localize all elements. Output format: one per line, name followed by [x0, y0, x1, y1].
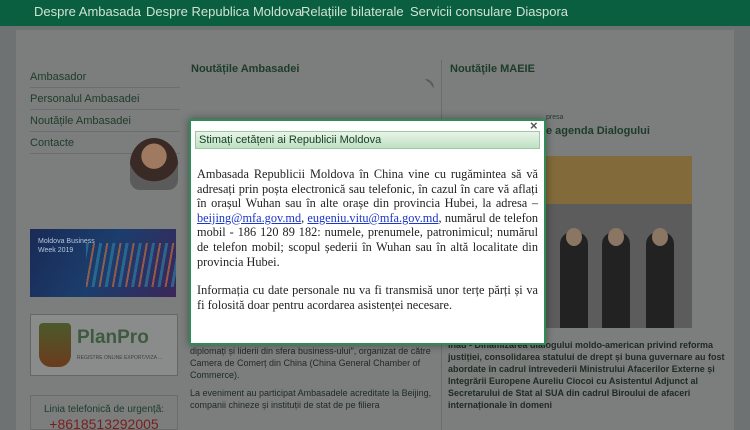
nav-diaspora[interactable]: Diaspora	[516, 4, 568, 19]
moldova-crest-icon	[39, 323, 71, 367]
planpro-banner[interactable]: PlanPro REGISTRE ONLINE EXPORT/VIZA ...	[30, 314, 178, 376]
person-figure	[602, 232, 630, 328]
email-link-beijing[interactable]: beijing@mfa.gov.md	[197, 211, 301, 225]
article-paragraph: diplomați și liderii din sfera business-…	[190, 346, 431, 380]
embassy-news-article: diplomați și liderii din sfera business-…	[190, 345, 435, 417]
hotline-number[interactable]: +8618513292005	[31, 416, 177, 430]
nav-despre-ambasada[interactable]: Despre Ambasada	[34, 4, 141, 19]
person-figure	[646, 232, 674, 328]
emergency-hotline: Linia telefonică de urgență: +8618513292…	[30, 395, 178, 430]
planpro-logo-text: PlanPro	[77, 327, 149, 348]
notice-modal: × Stimați cetățeni ai Republicii Moldova…	[189, 118, 546, 345]
person-head	[608, 228, 624, 246]
article-paragraph: La eveniment au participat Ambasadele ac…	[190, 388, 432, 410]
sidebar-item-noutati[interactable]: Noutățile Ambasadei	[30, 110, 180, 132]
maeie-news-category: presa	[546, 114, 564, 121]
nav-relatii-bilaterale[interactable]: Relațiile bilaterale	[301, 4, 404, 19]
sidebar-item-personalul[interactable]: Personalul Ambasadei	[30, 88, 180, 110]
maeie-news-photo[interactable]	[546, 156, 692, 328]
person-head	[566, 228, 582, 246]
modal-header: Stimați cetățeni ai Republicii Moldova	[195, 131, 540, 149]
person-head	[652, 228, 668, 246]
support-operator-image	[130, 138, 178, 190]
email-link-vitu[interactable]: eugeniu.vitu@mfa.gov.md	[307, 211, 438, 225]
embassy-news-heading[interactable]: Noutățile Ambasadei	[191, 63, 299, 75]
business-week-banner[interactable]: Moldova Business Week 2019	[30, 229, 176, 297]
nav-servicii-consulare[interactable]: Servicii consulare	[410, 4, 512, 19]
maeie-news-summary[interactable]: inău - Dinamizarea dialogului moldo-amer…	[448, 339, 730, 411]
nav-despre-moldova[interactable]: Despre Republica Moldova	[146, 4, 302, 19]
banner-decoration	[86, 243, 176, 287]
email-separator: ,	[301, 210, 305, 225]
hotline-label: Linia telefonică de urgență:	[43, 404, 165, 415]
modal-body: Ambasada Republicii Moldova în China vin…	[197, 167, 538, 326]
sidebar-item-ambasador[interactable]: Ambasador	[30, 66, 180, 88]
modal-title: Stimați cetățeni ai Republicii Moldova	[199, 134, 382, 146]
top-navigation: Despre Ambasada Despre Republica Moldova…	[0, 0, 750, 26]
planpro-subtitle: REGISTRE ONLINE EXPORT/VIZA ...	[77, 355, 163, 361]
person-figure	[560, 232, 588, 328]
modal-paragraph-privacy: Informația cu date personale nu va fi tr…	[197, 283, 538, 312]
maeie-news-title[interactable]: e agenda Dialogului	[546, 125, 650, 137]
modal-paragraph-contact: Ambasada Republicii Moldova în China vin…	[197, 167, 538, 269]
maeie-news-heading[interactable]: Noutăţile MAEIE	[450, 63, 535, 75]
modal-text: Ambasada Republicii Moldova în China vin…	[197, 167, 538, 211]
